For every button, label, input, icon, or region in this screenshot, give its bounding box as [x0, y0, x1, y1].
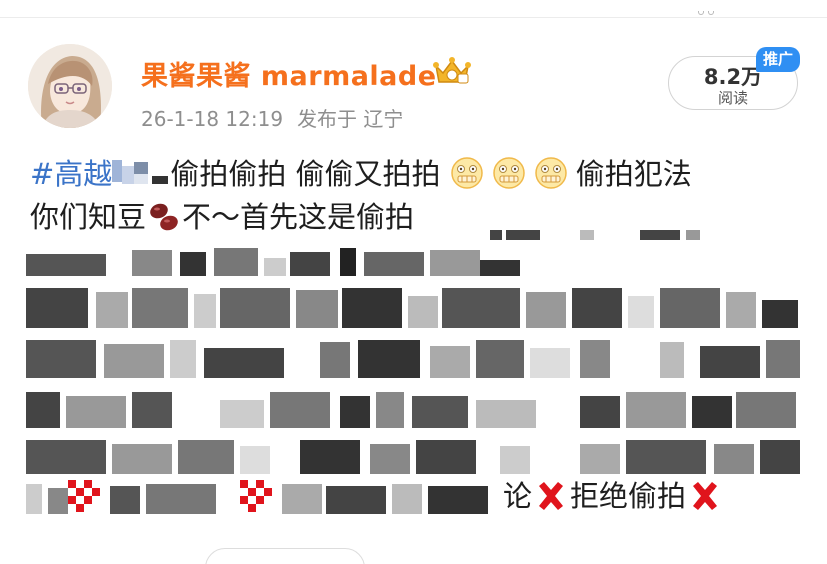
post-meta: 26-1-18 12:19 发布于 辽宁: [141, 103, 403, 132]
post-tail-end: 拒绝偷拍: [570, 479, 687, 513]
red-bean-emoji-icon: [150, 203, 178, 231]
top-divider: [0, 17, 827, 18]
post-line-2-start: 你们知豆: [30, 200, 147, 234]
anime-girl-avatar-icon: [28, 44, 112, 128]
post-line-1-text: 偷拍偷拍 偷偷又拍拍: [170, 157, 441, 191]
read-label: 阅读: [717, 89, 748, 107]
post-line-2-text: 不～首先这是偷拍: [182, 200, 415, 234]
post-location: 发布于 辽宁: [297, 107, 404, 131]
post-tail: 论 拒绝偷拍: [503, 478, 724, 514]
zipper-mouth-emoji-icon: [535, 157, 567, 189]
crown-icon: [433, 57, 471, 84]
red-cross-mark-icon: [693, 482, 718, 510]
avatar[interactable]: [28, 44, 112, 128]
author-name[interactable]: 果酱果酱 marmalade: [141, 54, 437, 93]
top-handle-icon: [698, 0, 728, 15]
zipper-mouth-emoji-icon: [493, 157, 525, 189]
post-line-1: #高越 偷拍偷拍 偷偷又拍拍 偷拍犯法: [30, 156, 692, 192]
red-cross-mark-icon: [539, 482, 564, 510]
mosaic-blur-icon: [112, 160, 169, 184]
hashtag-link[interactable]: #高越: [30, 157, 112, 191]
promo-badge: 推广: [756, 47, 800, 72]
bottom-action-pill[interactable]: [205, 548, 365, 564]
post-tail-text: 论: [503, 479, 533, 513]
post-time: 26-1-18 12:19: [141, 107, 284, 131]
zipper-mouth-emoji-icon: [451, 157, 483, 189]
post-line-1-end: 偷拍犯法: [575, 157, 692, 191]
